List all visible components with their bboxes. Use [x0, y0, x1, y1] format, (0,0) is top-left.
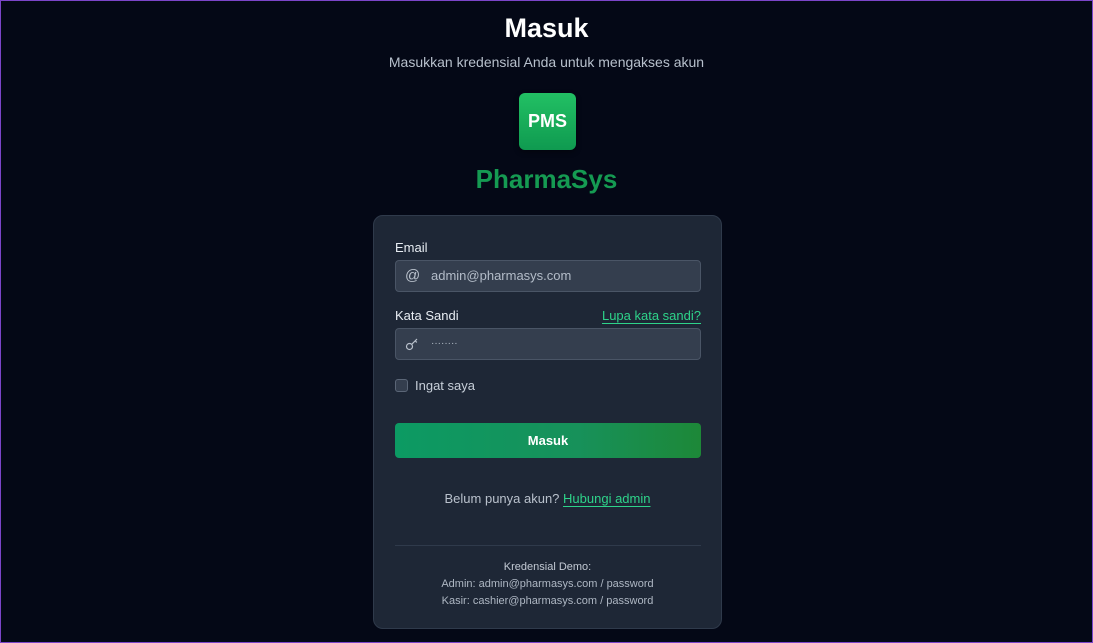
logo-text: PMS: [527, 111, 567, 131]
key-icon: [405, 329, 419, 359]
remember-checkbox[interactable]: [395, 379, 408, 392]
app-logo: PMS: [519, 93, 576, 150]
password-input[interactable]: ········: [431, 329, 691, 359]
demo-admin-credentials: Admin: admin@pharmasys.com / password: [441, 578, 654, 590]
demo-cashier-credentials: Kasir: cashier@pharmasys.com / password: [441, 595, 654, 607]
signup-prompt: Belum punya akun?: [444, 491, 564, 506]
email-input[interactable]: [431, 261, 691, 291]
email-label: Email: [395, 240, 428, 255]
password-field[interactable]: ········: [395, 328, 701, 360]
remember-label: Ingat saya: [415, 378, 475, 393]
page-subtitle: Masukkan kredensial Anda untuk mengakses…: [388, 54, 705, 70]
demo-title: Kredensial Demo:: [503, 561, 592, 573]
contact-admin-link[interactable]: Hubungi admin: [563, 491, 650, 506]
password-label: Kata Sandi: [395, 308, 459, 323]
remember-row: Ingat saya: [395, 378, 475, 393]
login-button[interactable]: Masuk: [395, 423, 701, 458]
divider: [395, 545, 701, 546]
at-icon: @: [405, 267, 421, 284]
login-card: Email @ Kata Sandi Lupa kata sandi? ····…: [373, 215, 722, 629]
signup-row: Belum punya akun? Hubungi admin: [374, 491, 721, 506]
page-title: Masuk: [504, 13, 589, 43]
forgot-password-link[interactable]: Lupa kata sandi?: [602, 308, 701, 323]
brand-name: PharmaSys: [475, 164, 618, 194]
email-field[interactable]: @: [395, 260, 701, 292]
